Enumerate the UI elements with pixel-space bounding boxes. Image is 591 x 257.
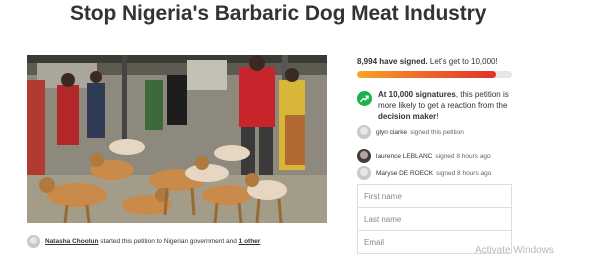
- milestone-text: At 10,000 signatures, this petition is m…: [378, 89, 517, 122]
- petition-photo: [27, 55, 327, 223]
- last-name-field[interactable]: [357, 207, 512, 231]
- signer-avatar: [357, 125, 371, 139]
- signer-action: signed 8 hours ago: [436, 169, 492, 177]
- petition-author-line: Natasha Choolun started this petition to…: [27, 234, 260, 248]
- signature-progress-fill: [357, 71, 497, 78]
- signature-count: 8,994 have signed.: [357, 57, 428, 66]
- milestone-end: !: [436, 112, 439, 121]
- signature-goal: Let's get to 10,000!: [427, 57, 498, 66]
- signature-status: 8,994 have signed. Let's get to 10,000!: [357, 57, 498, 66]
- recent-signer: glyn clarke signed this petition: [357, 125, 464, 139]
- milestone-lead: At 10,000 signatures: [378, 90, 456, 99]
- signer-action: signed 8 hours ago: [435, 152, 491, 160]
- signer-avatar: [357, 149, 371, 163]
- signer-name: glyn clarke: [376, 128, 408, 136]
- other-decision-makers-link[interactable]: 1 other: [239, 238, 261, 245]
- milestone-decision-maker: decision maker: [378, 112, 437, 121]
- petition-title: Stop Nigeria's Barbaric Dog Meat Industr…: [70, 2, 487, 25]
- signature-progress-bar: [357, 71, 512, 78]
- trend-up-icon: [357, 91, 372, 106]
- milestone-message: At 10,000 signatures, this petition is m…: [357, 89, 517, 122]
- activate-windows-watermark: Activate Windows: [475, 245, 554, 256]
- recent-signer: Maryse DE ROECK signed 8 hours ago: [357, 166, 491, 180]
- author-line-text: started this petition to Nigerian govern…: [98, 237, 239, 245]
- author-name-link[interactable]: Natasha Choolun: [45, 238, 98, 245]
- signer-avatar: [357, 166, 371, 180]
- signer-name: laurence LEBLANC: [376, 152, 433, 160]
- recent-signer: laurence LEBLANC signed 8 hours ago: [357, 149, 491, 163]
- signer-action: signed this petition: [410, 128, 464, 136]
- signer-name: Maryse DE ROECK: [376, 169, 434, 177]
- petition-photo-art: [27, 55, 327, 223]
- first-name-field[interactable]: [357, 184, 512, 208]
- author-avatar[interactable]: [27, 234, 40, 248]
